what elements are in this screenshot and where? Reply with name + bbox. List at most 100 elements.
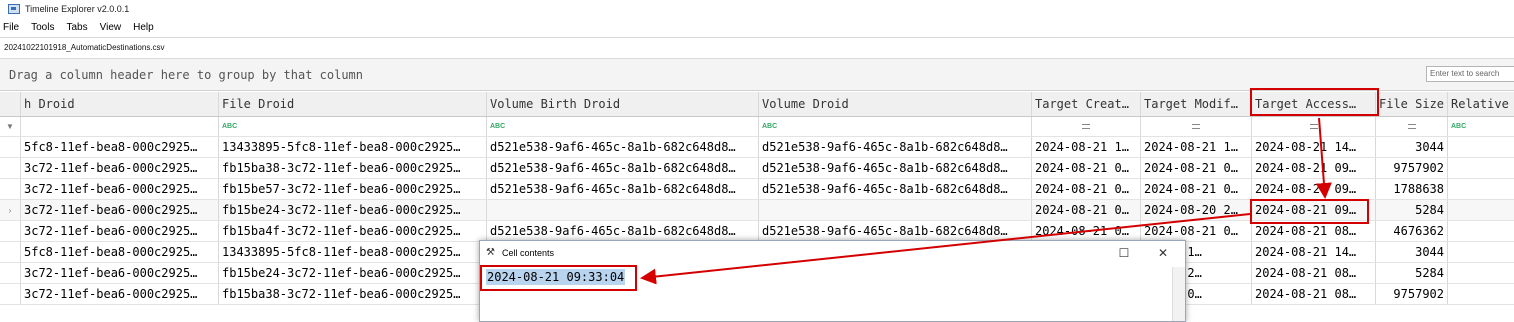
text-filter-icon[interactable]: ABC <box>1451 123 1466 130</box>
menu-view[interactable]: View <box>94 22 128 33</box>
table-cell[interactable]: d521e538-9af6-465c-8a1b-682c648d8… <box>759 179 1032 199</box>
column-header[interactable]: Relative <box>1448 92 1514 116</box>
search-input[interactable]: Enter text to search <box>1426 66 1514 82</box>
table-cell[interactable]: 2024-08-21 0… <box>1141 158 1252 178</box>
table-cell[interactable]: 9757902 <box>1376 284 1448 304</box>
table-cell[interactable] <box>1448 200 1514 220</box>
row-indicator[interactable] <box>0 137 21 157</box>
row-indicator[interactable] <box>0 284 21 304</box>
table-cell[interactable]: 2024-08-21 1… <box>1141 137 1252 157</box>
equals-filter-icon[interactable] <box>1309 124 1318 129</box>
column-header[interactable]: Target Modif… <box>1141 92 1252 116</box>
table-cell[interactable]: fb15ba38-3c72-11ef-bea6-000c2925… <box>219 284 487 304</box>
row-indicator[interactable]: › <box>0 200 21 220</box>
table-row[interactable]: 5fc8-11ef-bea8-000c2925… 13433895-5fc8-11… <box>0 137 1514 158</box>
table-cell[interactable]: 3044 <box>1376 242 1448 262</box>
menu-help[interactable]: Help <box>127 22 160 33</box>
table-cell[interactable]: d521e538-9af6-465c-8a1b-682c648d8… <box>487 179 759 199</box>
menu-tools[interactable]: Tools <box>25 22 60 33</box>
maximize-button[interactable]: ☐ <box>1116 245 1132 261</box>
filter-cell[interactable] <box>1141 117 1252 136</box>
table-cell[interactable] <box>1448 284 1514 304</box>
filter-cell[interactable]: ABC <box>219 117 487 136</box>
menu-tabs[interactable]: Tabs <box>60 22 93 33</box>
table-cell[interactable]: d521e538-9af6-465c-8a1b-682c648d8… <box>759 137 1032 157</box>
column-header[interactable]: File Size <box>1376 92 1448 116</box>
table-cell[interactable]: 13433895-5fc8-11ef-bea8-000c2925… <box>219 137 487 157</box>
table-cell[interactable]: 3c72-11ef-bea6-000c2925… <box>21 200 219 220</box>
table-cell[interactable]: 2024-08-21 08… <box>1252 284 1376 304</box>
table-cell[interactable]: 5284 <box>1376 263 1448 283</box>
filter-cell[interactable]: ABC <box>487 117 759 136</box>
filter-cell[interactable] <box>1252 117 1376 136</box>
table-cell[interactable]: fb15be24-3c72-11ef-bea6-000c2925… <box>219 263 487 283</box>
table-cell[interactable]: 2024-08-21 0… <box>1032 179 1141 199</box>
table-cell[interactable]: 2024-08-21 08… <box>1252 263 1376 283</box>
menu-file[interactable]: File <box>0 22 25 33</box>
close-button[interactable]: ✕ <box>1155 245 1171 261</box>
table-cell[interactable]: 5284 <box>1376 200 1448 220</box>
table-cell[interactable]: 2024-08-21 14… <box>1252 242 1376 262</box>
table-cell[interactable]: 2024-08-21 0… <box>1141 179 1252 199</box>
table-cell[interactable]: 2024-08-21 0… <box>1032 221 1141 241</box>
table-cell[interactable]: d521e538-9af6-465c-8a1b-682c648d8… <box>759 221 1032 241</box>
table-cell[interactable]: 2024-08-21 09… <box>1252 179 1376 199</box>
table-cell[interactable]: d521e538-9af6-465c-8a1b-682c648d8… <box>487 158 759 178</box>
table-cell[interactable]: 4676362 <box>1376 221 1448 241</box>
table-cell[interactable]: 1788638 <box>1376 179 1448 199</box>
equals-filter-icon[interactable] <box>1192 124 1200 129</box>
table-cell[interactable]: d521e538-9af6-465c-8a1b-682c648d8… <box>759 158 1032 178</box>
table-row[interactable]: 3c72-11ef-bea6-000c2925… fb15ba4f-3c72-11… <box>0 221 1514 242</box>
table-cell[interactable] <box>759 200 1032 220</box>
text-filter-icon[interactable]: ABC <box>222 123 237 130</box>
table-cell[interactable]: 2024-08-20 2… <box>1141 200 1252 220</box>
table-cell[interactable]: fb15ba38-3c72-11ef-bea6-000c2925… <box>219 158 487 178</box>
equals-filter-icon[interactable] <box>1082 124 1090 129</box>
table-cell[interactable]: 2024-08-21 08… <box>1252 221 1376 241</box>
table-cell[interactable] <box>1448 137 1514 157</box>
filter-cell[interactable] <box>21 117 219 136</box>
table-cell[interactable]: d521e538-9af6-465c-8a1b-682c648d8… <box>487 137 759 157</box>
table-cell[interactable]: 2024-08-21 0… <box>1032 158 1141 178</box>
column-header[interactable]: h Droid <box>21 92 219 116</box>
table-cell[interactable] <box>1448 242 1514 262</box>
column-header[interactable]: Target Creat… <box>1032 92 1141 116</box>
row-indicator[interactable] <box>0 221 21 241</box>
table-cell[interactable]: 9757902 <box>1376 158 1448 178</box>
table-cell[interactable]: 3044 <box>1376 137 1448 157</box>
table-cell[interactable]: 5fc8-11ef-bea8-000c2925… <box>21 137 219 157</box>
filter-cell[interactable] <box>1032 117 1141 136</box>
table-cell[interactable]: 3c72-11ef-bea6-000c2925… <box>21 284 219 304</box>
column-header[interactable]: File Droid <box>219 92 487 116</box>
table-cell[interactable] <box>1448 263 1514 283</box>
row-indicator[interactable] <box>0 242 21 262</box>
dialog-scrollbar[interactable] <box>1172 267 1185 321</box>
table-cell[interactable]: 3c72-11ef-bea6-000c2925… <box>21 263 219 283</box>
table-cell[interactable]: fb15ba4f-3c72-11ef-bea6-000c2925… <box>219 221 487 241</box>
row-indicator[interactable] <box>0 158 21 178</box>
table-cell[interactable] <box>1448 158 1514 178</box>
table-cell[interactable]: 3c72-11ef-bea6-000c2925… <box>21 179 219 199</box>
text-filter-icon[interactable]: ABC <box>490 123 505 130</box>
table-cell[interactable]: d521e538-9af6-465c-8a1b-682c648d8… <box>487 221 759 241</box>
table-cell[interactable]: 3c72-11ef-bea6-000c2925… <box>21 221 219 241</box>
filter-cell[interactable]: ABC <box>759 117 1032 136</box>
table-cell[interactable]: 13433895-5fc8-11ef-bea8-000c2925… <box>219 242 487 262</box>
table-cell[interactable]: fb15be24-3c72-11ef-bea6-000c2925… <box>219 200 487 220</box>
table-cell[interactable]: 5fc8-11ef-bea8-000c2925… <box>21 242 219 262</box>
filter-cell[interactable]: ABC <box>1448 117 1514 136</box>
filter-cell[interactable] <box>1376 117 1448 136</box>
table-cell[interactable]: 2024-08-21 1… <box>1032 137 1141 157</box>
table-cell[interactable]: 2024-08-21 14… <box>1252 137 1376 157</box>
row-indicator[interactable] <box>0 179 21 199</box>
table-cell[interactable]: 2024-08-21 0… <box>1141 221 1252 241</box>
filter-icon[interactable]: ▼ <box>0 117 21 136</box>
row-indicator[interactable] <box>0 263 21 283</box>
table-row[interactable]: 3c72-11ef-bea6-000c2925… fb15ba38-3c72-11… <box>0 158 1514 179</box>
equals-filter-icon[interactable] <box>1407 124 1416 129</box>
table-row[interactable]: 3c72-11ef-bea6-000c2925… fb15be57-3c72-11… <box>0 179 1514 200</box>
table-cell[interactable] <box>1448 179 1514 199</box>
column-header[interactable]: Volume Droid <box>759 92 1032 116</box>
table-cell[interactable]: 2024-08-21 0… <box>1032 200 1141 220</box>
tab-csv-file[interactable]: 20241022101918_AutomaticDestinations.csv <box>0 38 169 58</box>
